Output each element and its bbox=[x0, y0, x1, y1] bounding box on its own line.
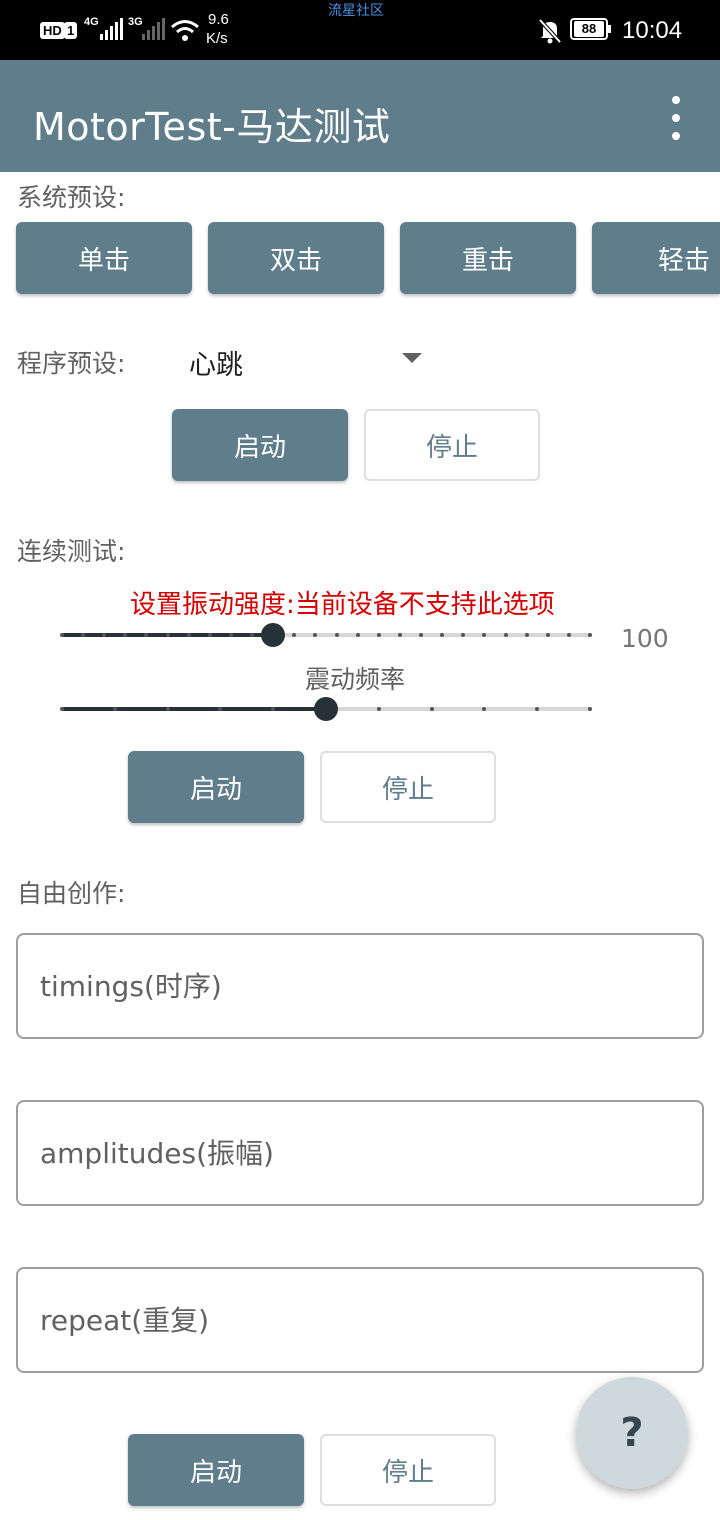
frequency-slider[interactable] bbox=[60, 694, 592, 724]
intensity-slider-tick bbox=[207, 633, 212, 637]
free-start-button[interactable]: 启动 bbox=[128, 1434, 304, 1506]
sim-badge: 1 bbox=[64, 22, 78, 39]
frequency-slider-active-track bbox=[62, 707, 326, 711]
network-type-2: 3G bbox=[128, 16, 143, 28]
free-stop-button[interactable]: 停止 bbox=[320, 1434, 496, 1506]
intensity-warning: 设置振动强度:当前设备不支持此选项 bbox=[130, 590, 555, 620]
program-stop-button[interactable]: 停止 bbox=[364, 409, 540, 481]
battery-icon: 88 bbox=[570, 18, 608, 40]
frequency-slider-thumb[interactable] bbox=[314, 697, 338, 721]
double-click-button[interactable]: 双击 bbox=[208, 222, 384, 294]
network-speed-unit: K/s bbox=[206, 30, 228, 47]
signal-icon-2 bbox=[142, 18, 165, 40]
help-fab[interactable]: ? bbox=[576, 1377, 688, 1489]
intensity-slider-tick bbox=[588, 633, 592, 637]
intensity-slider-tick bbox=[186, 633, 191, 637]
signal-icon-1 bbox=[100, 18, 123, 40]
clock: 10:04 bbox=[622, 17, 683, 44]
continuous-stop-button[interactable]: 停止 bbox=[320, 751, 496, 823]
intensity-slider-tick bbox=[165, 633, 170, 637]
intensity-slider-tick bbox=[376, 633, 381, 637]
single-click-button[interactable]: 单击 bbox=[16, 222, 192, 294]
program-preset-label: 程序预设: bbox=[17, 349, 126, 378]
intensity-slider-tick bbox=[355, 633, 360, 637]
dropdown-selected-value: 心跳 bbox=[189, 350, 243, 381]
repeat-field[interactable] bbox=[16, 1267, 704, 1373]
battery-tip bbox=[608, 25, 611, 33]
intensity-slider-tick bbox=[419, 633, 424, 637]
hd-badge: HD bbox=[40, 22, 65, 39]
frequency-slider-tick bbox=[112, 707, 117, 711]
timings-input[interactable] bbox=[40, 935, 680, 1037]
light-click-button[interactable]: 轻击 bbox=[592, 222, 720, 294]
app-bar: MotorTest-马达测试 bbox=[0, 60, 720, 172]
intensity-slider-tick bbox=[566, 633, 571, 637]
watermark-text: 流星社区 bbox=[328, 2, 384, 18]
frequency-slider-tick bbox=[429, 707, 434, 711]
continuous-test-label: 连续测试: bbox=[17, 537, 126, 566]
free-creation-label: 自由创作: bbox=[17, 879, 126, 908]
repeat-input[interactable] bbox=[40, 1269, 680, 1371]
intensity-slider-tick bbox=[524, 633, 529, 637]
intensity-slider-tick bbox=[503, 633, 508, 637]
continuous-start-button[interactable]: 启动 bbox=[128, 751, 304, 823]
bell-off-icon bbox=[538, 18, 562, 44]
intensity-slider[interactable] bbox=[60, 620, 592, 650]
intensity-slider-tick bbox=[545, 633, 550, 637]
more-vert-icon[interactable] bbox=[660, 96, 692, 140]
frequency-slider-tick bbox=[588, 707, 592, 711]
intensity-slider-thumb[interactable] bbox=[261, 623, 286, 647]
amplitudes-field[interactable] bbox=[16, 1100, 704, 1206]
program-preset-dropdown[interactable]: 心跳 bbox=[180, 330, 430, 386]
app-title: MotorTest-马达测试 bbox=[33, 105, 391, 149]
help-icon: ? bbox=[620, 1410, 644, 1456]
intensity-slider-tick bbox=[334, 633, 339, 637]
frequency-slider-tick bbox=[165, 707, 170, 711]
wifi-icon bbox=[171, 20, 199, 41]
status-bar: HD 1 4G 3G 9.6 K/s 流星社区 88 10:04 bbox=[0, 0, 720, 60]
network-type-1: 4G bbox=[84, 16, 99, 28]
system-preset-label: 系统预设: bbox=[17, 183, 126, 212]
intensity-value: 100 bbox=[621, 624, 669, 653]
heavy-click-button[interactable]: 重击 bbox=[400, 222, 576, 294]
frequency-label: 震动频率 bbox=[305, 665, 406, 694]
network-speed-value: 9.6 bbox=[208, 11, 229, 28]
dropdown-arrow-icon bbox=[402, 353, 422, 363]
frequency-slider-tick bbox=[376, 707, 381, 711]
intensity-slider-tick bbox=[60, 633, 64, 637]
program-start-button[interactable]: 启动 bbox=[172, 409, 348, 481]
timings-field[interactable] bbox=[16, 933, 704, 1039]
battery-level: 88 bbox=[574, 21, 604, 37]
frequency-slider-tick bbox=[60, 707, 64, 711]
amplitudes-input[interactable] bbox=[40, 1102, 680, 1204]
intensity-slider-tick bbox=[228, 633, 233, 637]
intensity-slider-tick bbox=[397, 633, 402, 637]
